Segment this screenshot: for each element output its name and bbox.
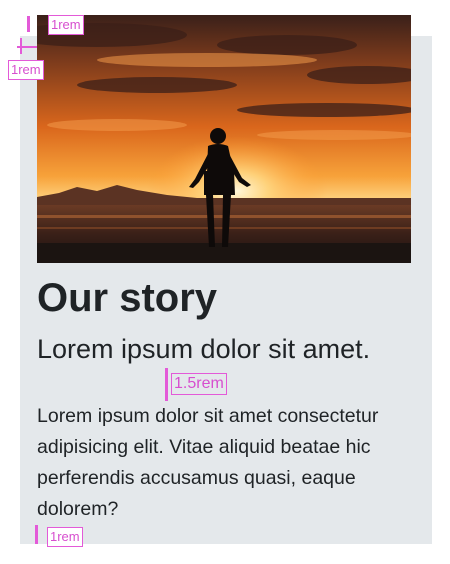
bottom-gap-label: 1rem — [47, 527, 83, 547]
top-gap-label: 1rem — [48, 15, 84, 35]
heading-gap-label: 1.5rem — [171, 373, 227, 395]
card-body: Lorem ipsum dolor sit amet consectetur a… — [37, 405, 379, 520]
card-title: Our story — [37, 276, 218, 320]
left-gap-label: 1rem — [8, 60, 44, 80]
diagram-stage: Our story Lorem ipsum dolor sit amet. Lo… — [0, 0, 450, 564]
bottom-gap-marker — [35, 525, 38, 544]
left-gap-end — [20, 38, 22, 54]
heading-gap-marker — [165, 368, 168, 401]
top-gap-marker — [27, 16, 30, 32]
card-image — [37, 15, 411, 263]
card-subtitle: Lorem ipsum dolor sit amet. — [37, 334, 371, 364]
sunset-photo — [37, 15, 411, 263]
